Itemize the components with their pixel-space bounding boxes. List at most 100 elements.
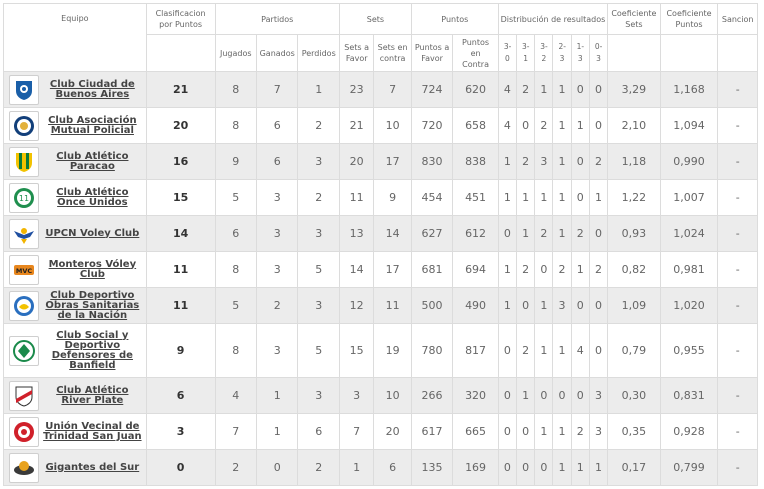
union-vecinal-icon [9,416,39,447]
sets-favor-cell: 1 [338,449,375,486]
team-cell: 11 Club Atlético Once Unidos [3,179,147,216]
coef-sets-cell: 1,18 [607,143,661,180]
sets-favor-cell: 15 [338,323,375,378]
team-link[interactable]: Club Atlético Paracao [39,151,145,172]
team-link[interactable]: Club Atlético Once Unidos [39,187,145,208]
perdidos-cell: 5 [297,323,340,378]
d13-cell: 1 [570,449,590,486]
puntos-favor-cell: 500 [410,287,454,324]
header-puntos-contra: Puntos en Contra [452,34,499,72]
jugados-cell: 8 [214,251,257,288]
d30-cell: 1 [497,251,518,288]
header-d13: 1-3 [570,34,590,72]
header-puntos: Puntos [410,3,499,35]
puntos-contra-cell: 838 [452,143,499,180]
d13-cell: 1 [570,251,590,288]
sets-favor-cell: 11 [338,179,375,216]
team-link[interactable]: Club Ciudad de Buenos Aires [39,79,145,100]
ganados-cell: 0 [255,449,299,486]
d32-cell: 3 [534,143,554,180]
d23-cell: 1 [552,215,572,252]
d32-cell: 2 [534,107,554,144]
puntos-favor-cell: 681 [410,251,454,288]
perdidos-cell: 2 [297,107,340,144]
team-link[interactable]: Club Social y Deportivo Defensores de Ba… [39,330,145,371]
jugados-cell: 7 [214,413,257,450]
ganados-cell: 3 [255,215,299,252]
table-row: 11 Club Atlético Once Unidos 15 5 3 2 11 9 454 45… [3,179,758,216]
d31-cell: 1 [516,377,536,414]
header-clasif-sub [145,34,216,72]
sets-contra-cell: 20 [373,413,412,450]
team-link[interactable]: Unión Vecinal de Trinidad San Juan [39,421,145,442]
d03-cell: 2 [588,143,609,180]
d23-cell: 1 [552,449,572,486]
d30-cell: 1 [497,179,518,216]
d13-cell: 0 [570,71,590,108]
defensores-banfield-icon [9,335,39,366]
sets-contra-cell: 17 [373,251,412,288]
ganados-cell: 3 [255,179,299,216]
coef-sets-cell: 0,93 [607,215,661,252]
coef-puntos-cell: 0,981 [659,251,719,288]
table-row: Club Social y Deportivo Defensores de Ba… [3,323,758,378]
coef-puntos-cell: 1,020 [659,287,719,324]
d03-cell: 3 [588,413,609,450]
sancion-cell: - [717,143,758,180]
table-row: MVC Monteros Vóley Club 11 8 3 5 14 17 681 694 1 2 0… [3,251,758,288]
header-d03: 0-3 [588,34,609,72]
ganados-cell: 6 [255,143,299,180]
puntos-contra-cell: 490 [452,287,499,324]
d31-cell: 0 [516,287,536,324]
sets-favor-cell: 12 [338,287,375,324]
mvc-logo-icon: MVC [9,254,39,285]
puntos-favor-cell: 724 [410,71,454,108]
d13-cell: 2 [570,215,590,252]
ganados-cell: 3 [255,251,299,288]
puntos-contra-cell: 658 [452,107,499,144]
puntos-favor-cell: 617 [410,413,454,450]
clasif-cell: 21 [145,71,216,108]
sets-contra-cell: 10 [373,107,412,144]
team-cell: Club Social y Deportivo Defensores de Ba… [3,323,147,378]
coef-sets-cell: 0,30 [607,377,661,414]
gigantes-sur-icon [9,452,39,483]
team-link[interactable]: Monteros Vóley Club [39,259,145,280]
team-link[interactable]: Gigantes del Sur [39,462,145,473]
d31-cell: 2 [516,143,536,180]
jugados-cell: 5 [214,287,257,324]
sets-contra-cell: 9 [373,179,412,216]
header-puntos-favor: Puntos a Favor [410,34,454,72]
puntos-favor-cell: 454 [410,179,454,216]
table-row: Club Deportivo Obras Sanitarias de la Na… [3,287,758,324]
header-d32: 3-2 [534,34,554,72]
d03-cell: 0 [588,71,609,108]
perdidos-cell: 3 [297,143,340,180]
team-link[interactable]: Club Deportivo Obras Sanitarias de la Na… [39,290,145,321]
team-link[interactable]: Club Asociación Mutual Policial [39,115,145,136]
sets-favor-cell: 14 [338,251,375,288]
jugados-cell: 9 [214,143,257,180]
sancion-cell: - [717,413,758,450]
clasif-cell: 6 [145,377,216,414]
perdidos-cell: 1 [297,71,340,108]
team-link[interactable]: Club Atlético River Plate [39,385,145,406]
svg-text:11: 11 [19,194,29,203]
d03-cell: 2 [588,251,609,288]
coef-sets-cell: 0,35 [607,413,661,450]
coef-sets-cell: 0,79 [607,323,661,378]
perdidos-cell: 2 [297,179,340,216]
d32-cell: 0 [534,251,554,288]
sancion-cell: - [717,323,758,378]
coef-puntos-cell: 1,007 [659,179,719,216]
clasif-cell: 3 [145,413,216,450]
sets-contra-cell: 19 [373,323,412,378]
puntos-contra-cell: 665 [452,413,499,450]
sancion-cell: - [717,449,758,486]
d13-cell: 4 [570,323,590,378]
team-link[interactable]: UPCN Voley Club [39,228,145,239]
d23-cell: 0 [552,377,572,414]
team-cell: Club Atlético Paracao [3,143,147,180]
sets-favor-cell: 23 [338,71,375,108]
d03-cell: 0 [588,107,609,144]
